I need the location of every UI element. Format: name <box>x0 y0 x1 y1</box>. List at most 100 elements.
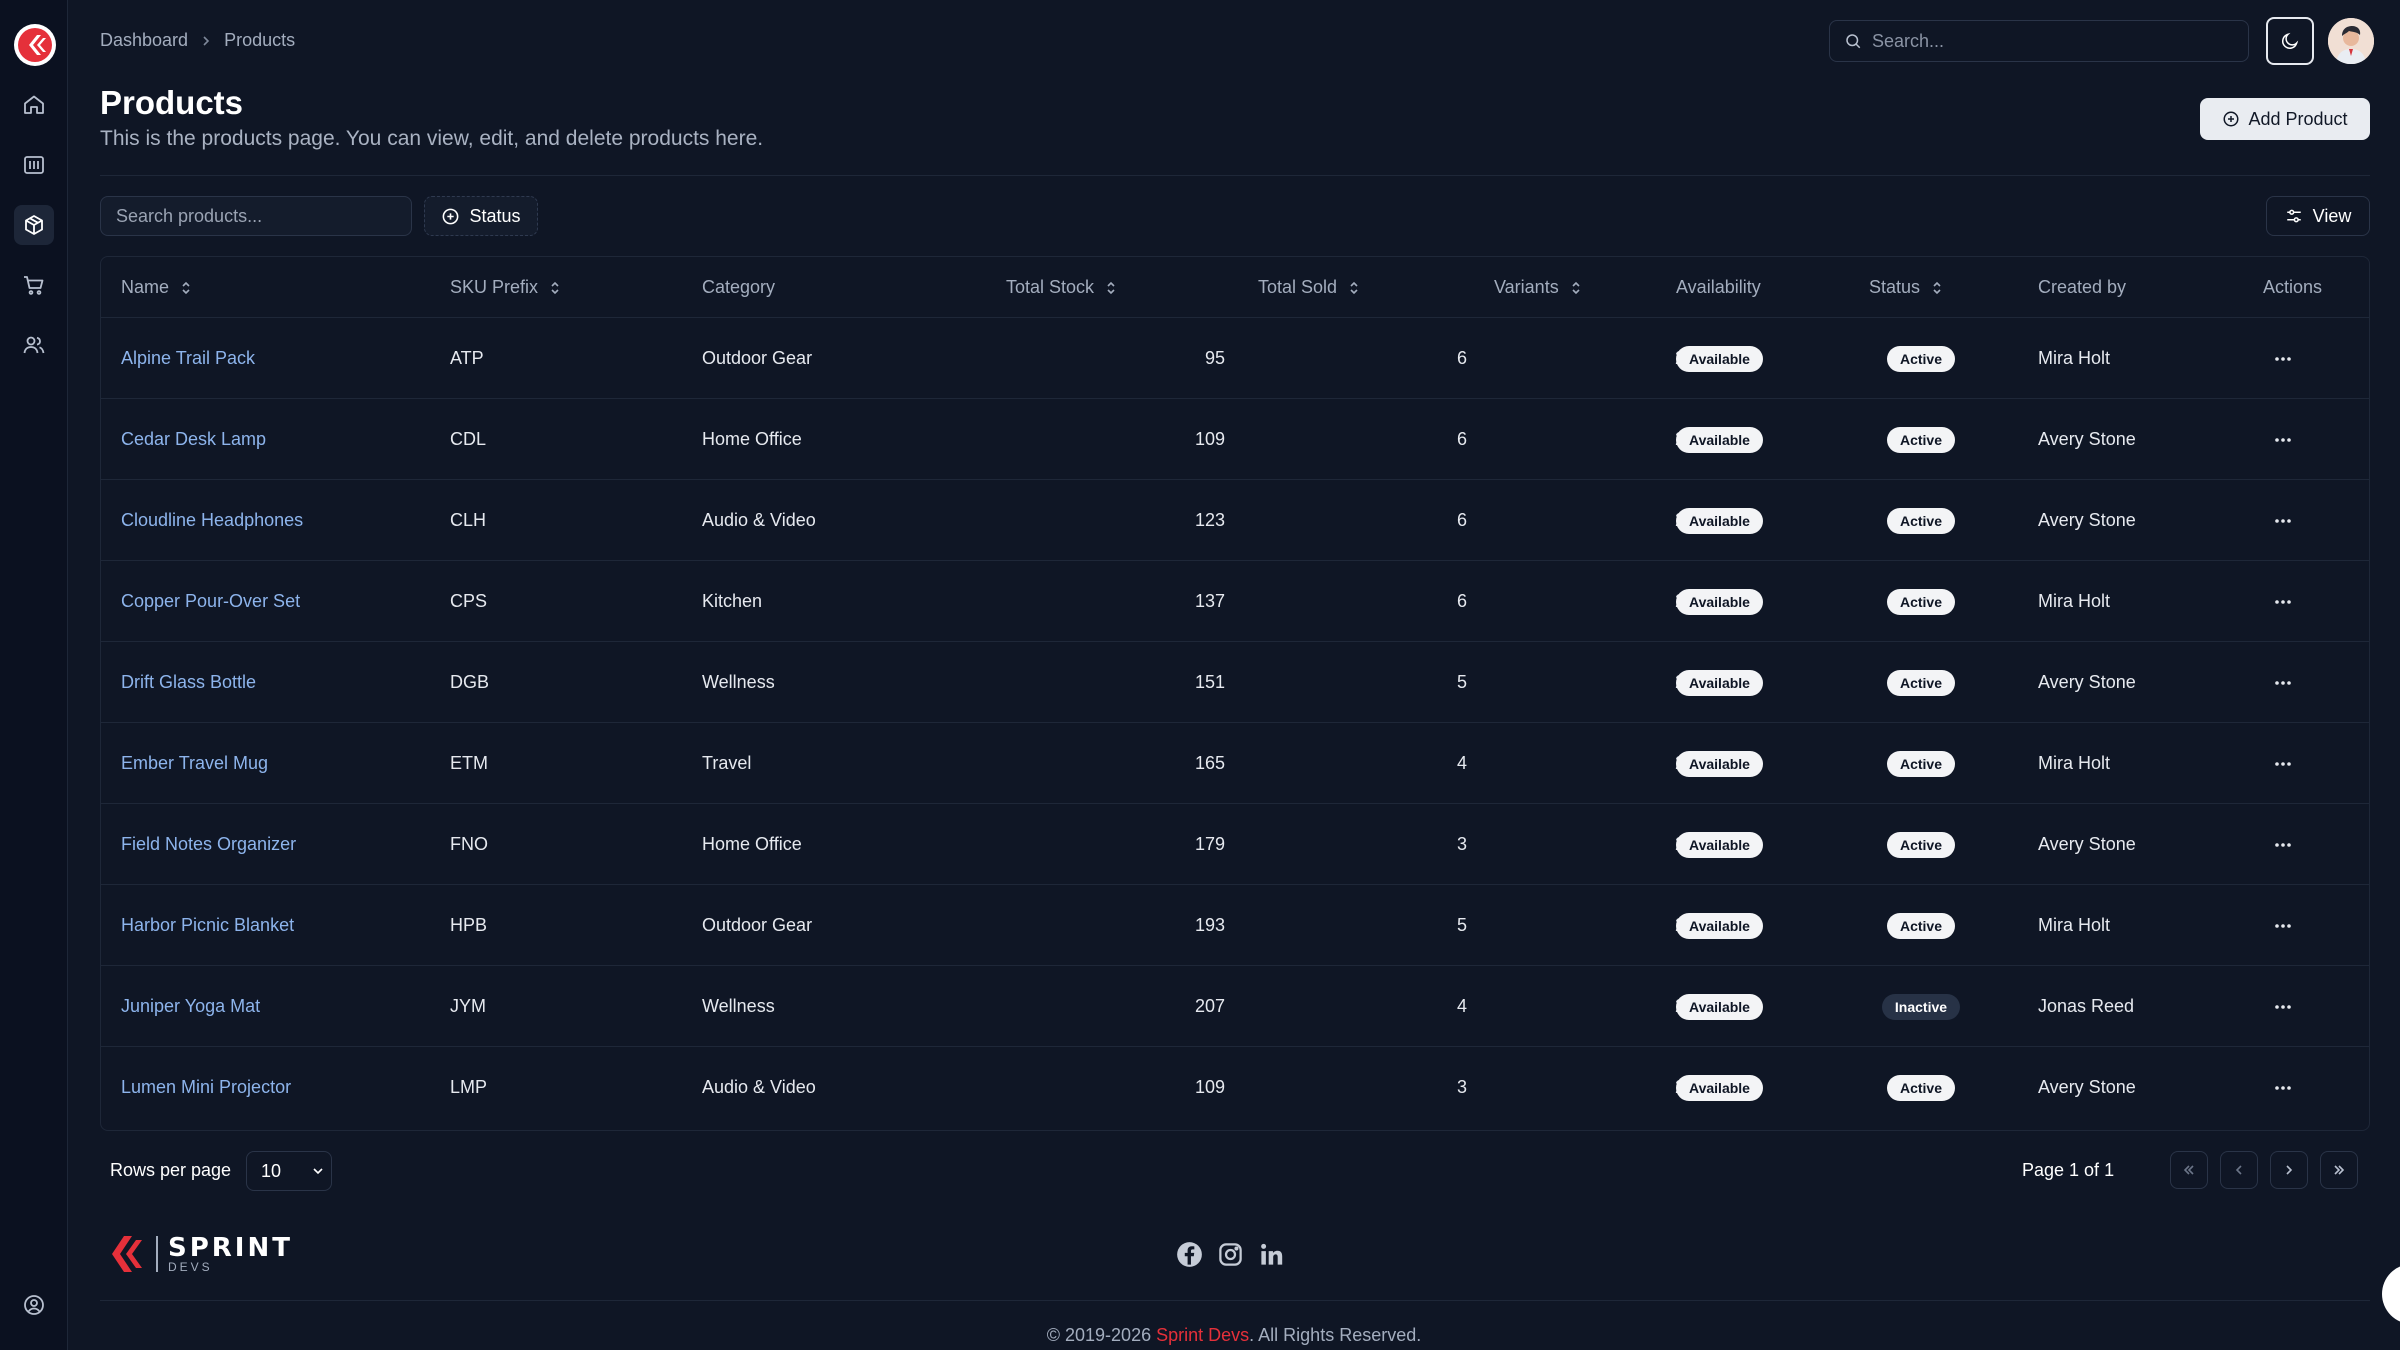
product-name-link[interactable]: Cloudline Headphones <box>121 480 303 561</box>
variants: 2 <box>1491 399 1685 480</box>
total-stock: 109 <box>1194 429 1225 449</box>
sprint-devs-logo-icon[interactable] <box>14 24 56 66</box>
category: Audio & Video <box>702 1077 816 1097</box>
column-header-name[interactable]: Name <box>121 257 193 318</box>
row-actions-button[interactable] <box>2263 723 2303 804</box>
facebook-icon[interactable] <box>1176 1241 1203 1268</box>
status-badge: Active <box>1886 507 1956 534</box>
total-stock: 95 <box>1204 348 1225 368</box>
variants: 2 <box>1491 723 1685 804</box>
search-icon <box>1844 32 1862 50</box>
view-options-button[interactable]: View <box>2266 196 2370 236</box>
total-stock: 193 <box>1194 915 1225 935</box>
row-actions-button[interactable] <box>2263 561 2303 642</box>
product-name-link[interactable]: Copper Pour-Over Set <box>121 561 300 642</box>
library-icon[interactable] <box>14 145 54 185</box>
shopping-cart-icon[interactable] <box>14 265 54 305</box>
product-search <box>100 196 412 236</box>
status: Inactive <box>1876 966 1966 1047</box>
total-stock: 137 <box>1194 591 1225 611</box>
add-product-button[interactable]: Add Product <box>2200 98 2370 140</box>
column-header-sku[interactable]: SKU Prefix <box>450 257 562 318</box>
product-name-link[interactable]: Field Notes Organizer <box>121 804 296 885</box>
product-name-link[interactable]: Cedar Desk Lamp <box>121 399 266 480</box>
next-page-button[interactable] <box>2270 1151 2308 1189</box>
row-actions-button[interactable] <box>2263 399 2303 480</box>
theme-toggle-button[interactable] <box>2266 17 2314 65</box>
product-name-link[interactable]: Lumen Mini Projector <box>121 1047 291 1128</box>
created-by: Mira Holt <box>2038 591 2111 611</box>
column-header-status[interactable]: Status <box>1869 257 1944 318</box>
sku-prefix: DGB <box>450 672 490 692</box>
column-header-total-sold[interactable]: Total Sold <box>1258 257 1361 318</box>
user-circle-icon[interactable] <box>14 1285 54 1325</box>
instagram-icon[interactable] <box>1217 1241 1244 1268</box>
product-name-link[interactable]: Juniper Yoga Mat <box>121 966 260 1047</box>
variants: 2 <box>1491 885 1685 966</box>
global-search-input[interactable] <box>1872 30 2232 52</box>
row-actions-button[interactable] <box>2263 885 2303 966</box>
status-badge: Active <box>1886 669 1956 696</box>
row-actions-button[interactable] <box>2263 480 2303 561</box>
home-icon[interactable] <box>14 85 54 125</box>
rows-per-page-select[interactable]: 10 <box>246 1151 332 1191</box>
view-options-label: View <box>2312 205 2352 226</box>
column-header-variants[interactable]: Variants <box>1494 257 1583 318</box>
breadcrumb: Dashboard Products <box>100 30 295 51</box>
table-row: Ember Travel Mug ETM Travel 165 4 2Available A… <box>101 723 2369 804</box>
floating-add-button[interactable] <box>2382 1264 2400 1324</box>
sidebar <box>0 0 68 1350</box>
total-sold: 5 <box>1456 672 1467 692</box>
first-page-button[interactable] <box>2170 1151 2208 1189</box>
category: Wellness <box>702 996 775 1016</box>
row-actions-button[interactable] <box>2263 642 2303 723</box>
table-header: Name SKU Prefix Category Total Stock Tot… <box>101 257 2369 318</box>
chevron-right-icon <box>2286 1165 2293 1175</box>
user-avatar[interactable] <box>2328 18 2374 64</box>
product-name-link[interactable]: Drift Glass Bottle <box>121 642 256 723</box>
table-row: Cloudline Headphones CLH Audio & Video 123 6… <box>101 480 2369 561</box>
product-name-link[interactable]: Alpine Trail Pack <box>121 318 255 399</box>
total-sold: 3 <box>1456 1077 1467 1097</box>
rows-per-page-value: 10 <box>261 1160 282 1181</box>
users-icon[interactable] <box>14 325 54 365</box>
row-actions-button[interactable] <box>2263 318 2303 399</box>
chevron-left-icon <box>2235 1165 2242 1175</box>
product-name-link[interactable]: Harbor Picnic Blanket <box>121 885 294 966</box>
sprint-devs-logo-icon <box>112 1236 142 1272</box>
row-actions-button[interactable] <box>2263 804 2303 885</box>
availability-badge: Available <box>1676 831 1763 858</box>
more-horizontal-icon <box>2275 437 2291 442</box>
divider <box>100 175 2370 176</box>
created-by: Avery Stone <box>2038 672 2136 692</box>
sku-prefix: LMP <box>450 1077 488 1097</box>
product-name-link[interactable]: Ember Travel Mug <box>121 723 268 804</box>
row-actions-button[interactable] <box>2263 966 2303 1047</box>
created-by: Jonas Reed <box>2038 996 2135 1016</box>
row-actions-button[interactable] <box>2263 1047 2303 1128</box>
total-sold: 6 <box>1456 510 1467 530</box>
copyright-brand-link[interactable]: Sprint Devs <box>1156 1325 1249 1345</box>
total-sold: 5 <box>1456 915 1467 935</box>
availability-badge: Available <box>1676 507 1763 534</box>
created-by: Avery Stone <box>2038 1077 2136 1097</box>
previous-page-button[interactable] <box>2220 1151 2258 1189</box>
more-horizontal-icon <box>2275 842 2291 847</box>
column-header-created-by: Created by <box>2038 277 2127 297</box>
status-badge: Inactive <box>1881 993 1961 1020</box>
created-by: Mira Holt <box>2038 348 2111 368</box>
linkedin-icon[interactable] <box>1258 1241 1285 1268</box>
availability: Available <box>1676 804 1763 885</box>
product-search-input[interactable] <box>116 205 396 227</box>
availability: Available <box>1676 1047 1763 1128</box>
last-page-button[interactable] <box>2320 1151 2358 1189</box>
column-header-total-stock[interactable]: Total Stock <box>1006 257 1118 318</box>
more-horizontal-icon <box>2275 356 2291 361</box>
status-filter-label: Status <box>469 205 521 226</box>
table-row: Lumen Mini Projector LMP Audio & Video 109 3… <box>101 1047 2369 1128</box>
chevrons-right-icon <box>2334 1165 2345 1175</box>
package-icon[interactable] <box>14 205 54 245</box>
status: Active <box>1876 399 1966 480</box>
status-filter-button[interactable]: Status <box>424 196 538 236</box>
breadcrumb-dashboard[interactable]: Dashboard <box>100 30 188 51</box>
